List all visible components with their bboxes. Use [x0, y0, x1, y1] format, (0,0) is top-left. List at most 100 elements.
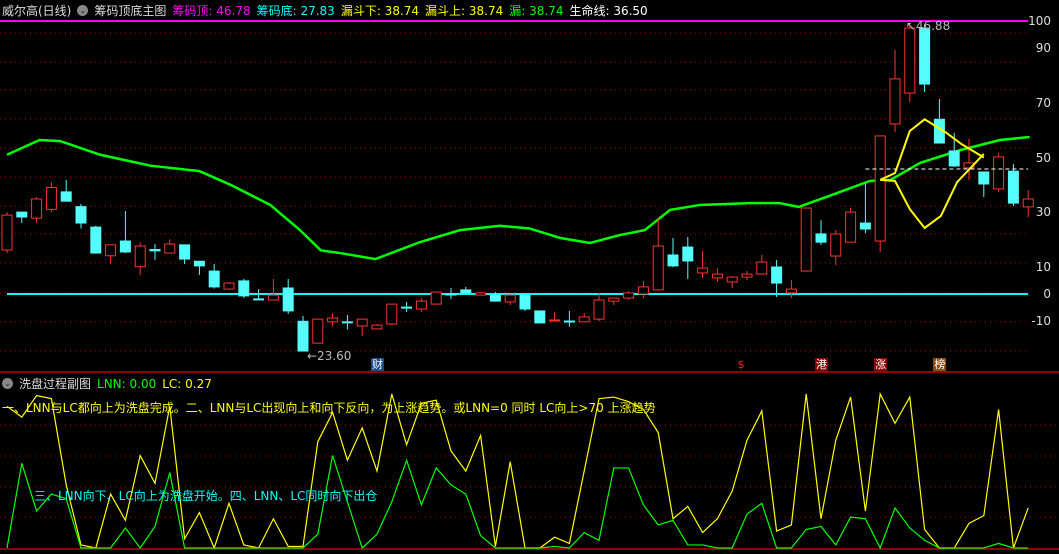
candle-up [1, 214, 13, 251]
candle-up [371, 324, 383, 330]
candle-down [489, 294, 501, 302]
candle-down [534, 310, 546, 324]
note-line-1: 一、LNN与LC都向上为洗盘完成。二、LNN与LC出现向上和向下反向，为上涨趋势… [2, 401, 656, 415]
candle-down [563, 320, 575, 323]
candle-up [549, 319, 561, 322]
candle-down [341, 321, 353, 324]
candle-down [859, 222, 871, 230]
candle-up [904, 27, 916, 94]
candle-up [800, 207, 812, 272]
candle-up [993, 156, 1005, 190]
candle-up [756, 261, 768, 275]
chevron-down-icon[interactable]: ⌄ [77, 5, 89, 16]
candle-down [401, 306, 413, 309]
candle-up [356, 318, 368, 327]
candle-up [845, 211, 857, 243]
candle-up [637, 286, 649, 295]
event-marker[interactable]: 财 [371, 358, 384, 371]
candle-up [874, 135, 886, 242]
indicator-value-1: 筹码底: 27.83 [256, 4, 335, 18]
indicator-values: 筹码顶: 46.78 筹码底: 27.83 漏斗下: 38.74 漏斗上: 38.74… [172, 2, 647, 19]
candle-up [312, 318, 324, 344]
candle-down [90, 226, 102, 254]
candle-up [711, 273, 723, 279]
candle-up [593, 299, 605, 320]
candle-down [978, 171, 990, 185]
event-marker[interactable]: 涨 [874, 358, 888, 371]
y-tick-label: 70 [1035, 95, 1051, 110]
candle-up [223, 282, 235, 290]
candle-up [267, 294, 279, 301]
candle-down [282, 287, 294, 312]
candle-up [889, 78, 901, 125]
y-tick-label: -10 [1031, 314, 1051, 329]
series-lnn [6, 391, 1029, 550]
candle-up [652, 245, 664, 291]
lc-value: LC: 0.27 [162, 376, 212, 391]
candle-up [475, 292, 487, 296]
indicator-value-5: 生命线: 36.50 [569, 4, 648, 18]
candle-up [327, 317, 339, 323]
candle-up [697, 267, 709, 274]
candle-down [297, 320, 309, 352]
candle-up [164, 243, 176, 254]
candle-down [919, 27, 931, 85]
candle-up [830, 233, 842, 257]
candle-down [519, 294, 531, 310]
candle-up [741, 273, 753, 278]
lnn-value: LNN: 0.00 [97, 376, 157, 391]
y-tick-label: 0 [1043, 287, 1051, 301]
indicator-value-3: 漏斗上: 38.74 [425, 4, 504, 18]
candle-down [460, 289, 472, 294]
candle-up [105, 244, 117, 257]
event-marker[interactable]: 榜 [933, 358, 947, 371]
sub-chart-header: ⌄ 洗盘过程副图 LNN: 0.00 LC: 0.27 [2, 375, 212, 392]
candle-up [608, 297, 620, 302]
candle-down [948, 150, 960, 167]
candle-down [682, 246, 694, 262]
candle-up [386, 303, 398, 325]
candle-up [415, 300, 427, 310]
stock-title: 威尔高(日线) [2, 4, 72, 18]
candle-up [45, 187, 57, 210]
candle-up [578, 316, 590, 323]
chevron-down-icon[interactable]: ⌄ [2, 378, 13, 389]
indicator-value-4: 漏: 38.74 [509, 4, 564, 18]
note-line-2: 三、LNN向下、LC向上为洗盘开始。四、LNN、LC同时向下出仓 [34, 489, 378, 503]
candle-down [771, 266, 783, 284]
candle-down [1007, 170, 1019, 204]
sub-indicator-name[interactable]: 洗盘过程副图 [19, 375, 91, 392]
candle-down [815, 233, 827, 243]
candle-up [31, 198, 43, 219]
event-marker[interactable]: $ [737, 358, 746, 371]
candle-down [208, 270, 220, 288]
candle-down [193, 260, 205, 267]
candle-up [504, 294, 516, 303]
low-price-label: ←23.60 [307, 349, 351, 363]
y-tick-label: 30 [1035, 205, 1051, 220]
candle-down [445, 293, 457, 296]
candle-up [726, 276, 738, 283]
high-price-label: ↖46.88 [906, 19, 950, 33]
y-tick-label: 50 [1035, 150, 1051, 165]
candle-up [1022, 198, 1034, 208]
candle-down [667, 254, 679, 267]
main-chart-header: 威尔高(日线) ⌄ 筹码顶底主图 筹码顶: 46.78 筹码底: 27.83 漏斗下… [2, 2, 648, 19]
indicator-value-0: 筹码顶: 46.78 [172, 4, 251, 18]
candle-up [430, 291, 442, 305]
indicator-name[interactable]: 筹码顶底主图 [94, 2, 166, 19]
price-chart[interactable]: ↖46.88 ←23.60 [0, 0, 1059, 554]
candle-down [119, 240, 131, 253]
candle-up [623, 292, 635, 299]
candle-down [60, 191, 72, 202]
candle-down [149, 249, 161, 252]
indicator-value-2: 漏斗下: 38.74 [340, 4, 420, 18]
candle-down [75, 206, 87, 224]
candle-down [253, 298, 265, 301]
candle-down [179, 244, 191, 260]
candle-up [134, 245, 146, 268]
candle-down [238, 280, 250, 297]
candle-down [16, 211, 28, 218]
event-marker[interactable]: 港 [815, 358, 828, 371]
candle-up [785, 288, 797, 294]
